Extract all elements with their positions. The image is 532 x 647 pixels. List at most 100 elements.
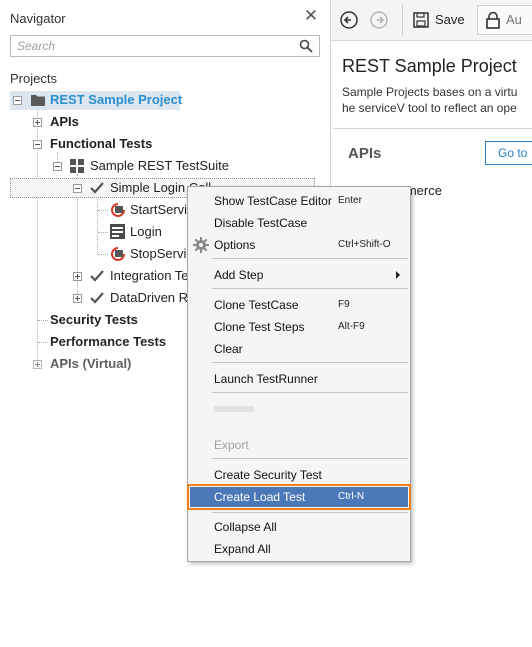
service-start-icon: [111, 203, 125, 217]
service-stop-icon: [111, 247, 125, 261]
apis-heading: APIs: [348, 145, 382, 162]
menu-item-expand-all[interactable]: Expand All: [190, 539, 408, 559]
save-label: Save: [435, 12, 465, 27]
search-field[interactable]: [10, 35, 320, 57]
tree-item-security-tests[interactable]: Security Tests: [10, 310, 190, 330]
auth-label: Au: [506, 12, 522, 27]
menu-item-disable-testcase[interactable]: Disable TestCase: [190, 213, 408, 233]
goto-button[interactable]: Go to: [485, 141, 532, 165]
faded-menu-item: [214, 406, 254, 412]
menu-item-clear[interactable]: Clear: [190, 339, 408, 359]
menu-separator: [212, 288, 408, 289]
forward-icon[interactable]: [369, 10, 389, 30]
menu-item-label: Clear: [214, 342, 243, 356]
tree-item-apis-virtual[interactable]: APIs (Virtual): [10, 354, 190, 374]
tree-item-step-stop[interactable]: StopServic: [10, 244, 210, 264]
apis-label: APIs: [50, 114, 79, 129]
menu-item-show-testcase-editor[interactable]: Show TestCase Editor Enter: [190, 191, 408, 211]
menu-item-label: Clone Test Steps: [214, 320, 305, 334]
menu-item-shortcut: Ctrl+Shift-O: [338, 239, 391, 250]
tree-item-functional-tests[interactable]: Functional Tests: [10, 134, 210, 154]
expand-icon[interactable]: [73, 272, 82, 281]
menu-separator: [212, 458, 408, 459]
functional-tests-label: Functional Tests: [50, 136, 153, 151]
menu-separator: [212, 392, 408, 393]
menu-item-shortcut: Ctrl-N: [338, 491, 365, 502]
tree-item-test-suite[interactable]: Sample REST TestSuite: [10, 156, 260, 176]
collapse-icon[interactable]: [13, 96, 22, 105]
check-icon: [90, 292, 104, 304]
apis-virtual-label: APIs (Virtual): [50, 356, 132, 371]
menu-item-label: Add Step: [214, 268, 264, 282]
menu-item-label: Collapse All: [214, 520, 277, 534]
expand-icon[interactable]: [73, 294, 82, 303]
menu-item-create-security-test[interactable]: Create Security Test: [190, 465, 408, 485]
gear-icon: [193, 237, 209, 253]
menu-item-label: Export: [214, 438, 249, 452]
performance-tests-label: Performance Tests: [50, 334, 167, 349]
auth-button[interactable]: Au: [477, 5, 532, 35]
search-input[interactable]: [17, 38, 287, 54]
check-icon: [90, 270, 104, 282]
menu-item-shortcut: Enter: [338, 195, 362, 206]
page-title: REST Sample Project: [342, 56, 517, 76]
menu-separator: [212, 258, 408, 259]
step-login-label: Login: [130, 224, 162, 239]
menu-separator: [212, 512, 408, 513]
menu-item-label: Show TestCase Editor: [214, 194, 332, 208]
main-toolbar: Save Au: [331, 0, 532, 41]
menu-item-label: Expand All: [214, 542, 271, 556]
rest-icon: [110, 224, 125, 239]
floppy-icon: [413, 12, 429, 28]
projects-label: Projects: [10, 71, 57, 86]
project-description: Sample Projects bases on a virtu he serv…: [342, 84, 517, 116]
description-line: Sample Projects bases on a virtu: [342, 85, 518, 99]
close-icon[interactable]: ✕: [302, 7, 320, 25]
test-suite-label: Sample REST TestSuite: [90, 158, 229, 173]
menu-item-shortcut: F9: [338, 299, 350, 310]
context-menu: Show TestCase Editor Enter Disable TestC…: [187, 186, 411, 562]
expand-icon[interactable]: [33, 118, 42, 127]
security-tests-label: Security Tests: [50, 312, 138, 327]
folder-icon: [31, 95, 45, 106]
step-start-label: StartServic: [130, 202, 194, 217]
datadriven-label: DataDriven R: [110, 290, 189, 305]
menu-item-label: Clone TestCase: [214, 298, 299, 312]
menu-item-label: Options: [214, 238, 256, 252]
menu-item-options[interactable]: Options Ctrl+Shift-O: [190, 235, 408, 255]
description-line: he serviceV tool to reflect an ope: [342, 101, 517, 115]
search-icon[interactable]: [299, 39, 313, 53]
tree-item-integration[interactable]: Integration Te: [10, 266, 190, 286]
back-icon[interactable]: [339, 10, 359, 30]
step-stop-label: StopServic: [130, 246, 193, 261]
tree-item-step-start[interactable]: StartServic: [10, 200, 210, 220]
menu-item-clone-test-steps[interactable]: Clone Test Steps Alt-F9: [190, 317, 408, 337]
expand-icon[interactable]: [33, 360, 42, 369]
tree-item-datadriven[interactable]: DataDriven R: [10, 288, 190, 308]
submenu-arrow-icon: [396, 271, 400, 279]
tree-item-apis[interactable]: APIs: [10, 112, 210, 132]
menu-item-clone-testcase[interactable]: Clone TestCase F9: [190, 295, 408, 315]
menu-item-shortcut: Alt-F9: [338, 321, 365, 332]
collapse-icon[interactable]: [33, 140, 42, 149]
collapse-icon[interactable]: [73, 184, 82, 193]
grid-icon: [70, 159, 84, 173]
menu-item-label: Launch TestRunner: [214, 372, 318, 386]
menu-item-create-load-test[interactable]: Create Load Test Ctrl-N: [187, 484, 411, 510]
menu-item-label: Create Load Test: [214, 490, 306, 504]
tree-item-step-login[interactable]: Login: [10, 222, 210, 242]
tree-item-performance-tests[interactable]: Performance Tests: [10, 332, 190, 352]
menu-item-add-step[interactable]: Add Step: [190, 265, 408, 285]
check-icon: [90, 182, 104, 194]
navigator-title: Navigator: [10, 11, 66, 26]
menu-separator: [212, 362, 408, 363]
menu-item-label: Create Security Test: [214, 468, 322, 482]
collapse-icon[interactable]: [53, 162, 62, 171]
tree-item-project[interactable]: REST Sample Project: [10, 90, 210, 110]
menu-item-launch-testrunner[interactable]: Launch TestRunner: [190, 369, 408, 389]
menu-item-collapse-all[interactable]: Collapse All: [190, 517, 408, 537]
project-label: REST Sample Project: [50, 92, 183, 107]
menu-item-export: Export: [190, 435, 408, 455]
menu-item-label: Disable TestCase: [214, 216, 308, 230]
lock-icon: [486, 12, 500, 29]
